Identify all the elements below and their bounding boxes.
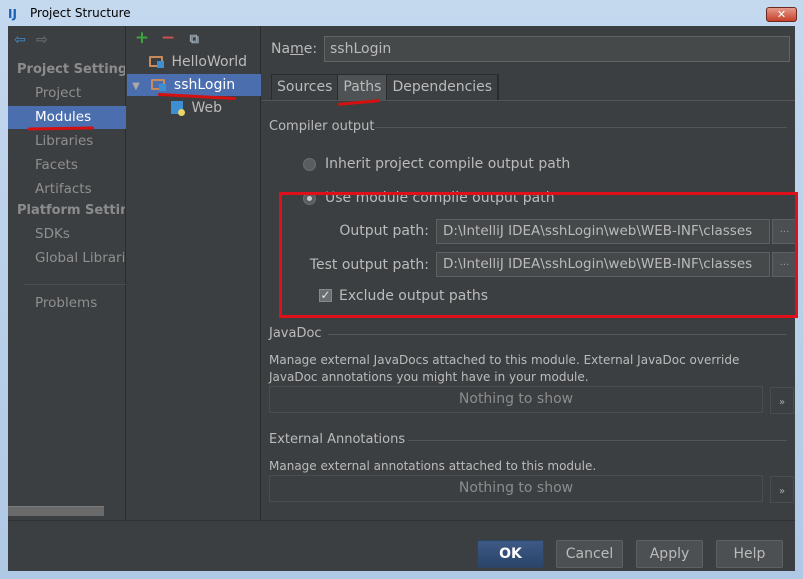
test-output-path-label: Test output path:: [309, 257, 429, 273]
close-button[interactable]: ✕: [766, 7, 797, 22]
sidebar-item-libraries[interactable]: Libraries: [8, 130, 126, 153]
sidebar-item-modules[interactable]: Modules: [8, 106, 126, 129]
output-path-browse-button[interactable]: ...: [772, 219, 797, 244]
test-output-path-input[interactable]: D:\IntelliJ IDEA\sshLogin\web\WEB-INF\cl…: [436, 252, 770, 277]
tree-row-label: sshLogin: [173, 77, 236, 93]
group-separator: [375, 127, 787, 128]
test-output-path-browse-button[interactable]: ...: [772, 252, 797, 277]
web-facet-icon: [171, 101, 185, 116]
sidebar-item-sdks[interactable]: SDKs: [8, 223, 126, 246]
module-folder-icon: [151, 79, 167, 91]
exclude-output-label[interactable]: Exclude output paths: [339, 288, 488, 304]
sidebar-item-artifacts[interactable]: Artifacts: [8, 178, 126, 201]
add-icon[interactable]: +: [131, 28, 153, 48]
section-project-settings: Project Settings: [17, 62, 125, 77]
cancel-button[interactable]: Cancel: [556, 540, 623, 568]
tree-row-helloworld[interactable]: HelloWorld: [127, 51, 261, 73]
tab-sources[interactable]: Sources: [272, 75, 339, 100]
help-button[interactable]: Help: [716, 540, 783, 568]
tree-row-web[interactable]: Web: [127, 97, 261, 119]
output-path-label: Output path:: [339, 223, 429, 239]
forward-arrow-icon[interactable]: ⇨: [36, 32, 54, 48]
tab-divider: [262, 100, 795, 101]
project-structure-dialog: IJ Project Structure ✕ ⇦ ⇨ Project Setti…: [0, 0, 803, 579]
group-separator: [328, 334, 787, 335]
section-platform-settings: Platform Settings: [17, 203, 125, 218]
compiler-output-title: Compiler output: [269, 119, 375, 134]
javadoc-title: JavaDoc: [269, 326, 322, 341]
tree-row-label: HelloWorld: [171, 54, 248, 70]
settings-sidebar: ⇦ ⇨ Project Settings Project Modules Lib…: [8, 26, 126, 520]
module-settings-panel: Name: sshLogin Sources Paths Dependencie…: [262, 26, 797, 520]
sidebar-divider: [24, 284, 126, 285]
module-tabs: Sources Paths Dependencies: [271, 74, 500, 100]
external-annotations-list[interactable]: Nothing to show: [269, 475, 763, 502]
external-annotations-title: External Annotations: [269, 432, 406, 447]
tab-paths[interactable]: Paths: [338, 75, 388, 100]
javadoc-more-button[interactable]: »: [770, 387, 794, 414]
group-separator: [408, 440, 787, 441]
tree-toolbar: + − ⧉: [131, 28, 205, 48]
tree-row-label: Web: [191, 100, 222, 116]
ok-button[interactable]: OK: [477, 540, 544, 568]
dialog-body: ⇦ ⇨ Project Settings Project Modules Lib…: [8, 26, 797, 571]
inherit-output-label[interactable]: Inherit project compile output path: [325, 156, 570, 172]
javadoc-description: Manage external JavaDocs attached to thi…: [269, 353, 740, 384]
exclude-output-checkbox[interactable]: ✓: [319, 289, 332, 302]
sidebar-horizontal-scrollbar[interactable]: [8, 506, 104, 516]
sidebar-item-facets[interactable]: Facets: [8, 154, 126, 177]
sidebar-item-project[interactable]: Project: [8, 82, 126, 105]
tree-row-sshlogin[interactable]: ▼ sshLogin: [127, 74, 261, 96]
footer-separator: [8, 520, 795, 521]
intellij-idea-icon: IJ: [8, 7, 17, 21]
copy-icon[interactable]: ⧉: [183, 30, 205, 50]
title-bar: IJ Project Structure ✕: [0, 0, 803, 26]
use-module-output-radio[interactable]: [303, 192, 316, 205]
name-label: Name:: [271, 41, 318, 57]
tab-dependencies[interactable]: Dependencies: [387, 75, 499, 100]
external-annotations-more-button[interactable]: »: [770, 476, 794, 503]
apply-button[interactable]: Apply: [636, 540, 703, 568]
module-folder-icon: [149, 56, 164, 68]
module-tree-panel: + − ⧉ HelloWorld ▼ sshLogin Web: [127, 26, 261, 520]
remove-icon[interactable]: −: [157, 28, 179, 48]
sidebar-item-global-libraries[interactable]: Global Libraries: [8, 247, 126, 270]
javadoc-list[interactable]: Nothing to show: [269, 386, 763, 413]
nav-arrows: ⇦ ⇨: [14, 32, 54, 50]
sidebar-item-problems[interactable]: Problems: [8, 292, 126, 315]
module-name-input[interactable]: sshLogin: [324, 36, 790, 62]
expand-arrow-icon[interactable]: ▼: [129, 76, 143, 98]
inherit-output-radio[interactable]: [303, 158, 316, 171]
window-title: Project Structure: [30, 6, 131, 20]
use-module-output-label[interactable]: Use module compile output path: [325, 190, 555, 206]
back-arrow-icon[interactable]: ⇦: [14, 32, 32, 48]
output-path-input[interactable]: D:\IntelliJ IDEA\sshLogin\web\WEB-INF\cl…: [436, 219, 770, 244]
external-annotations-description: Manage external annotations attached to …: [269, 459, 597, 473]
